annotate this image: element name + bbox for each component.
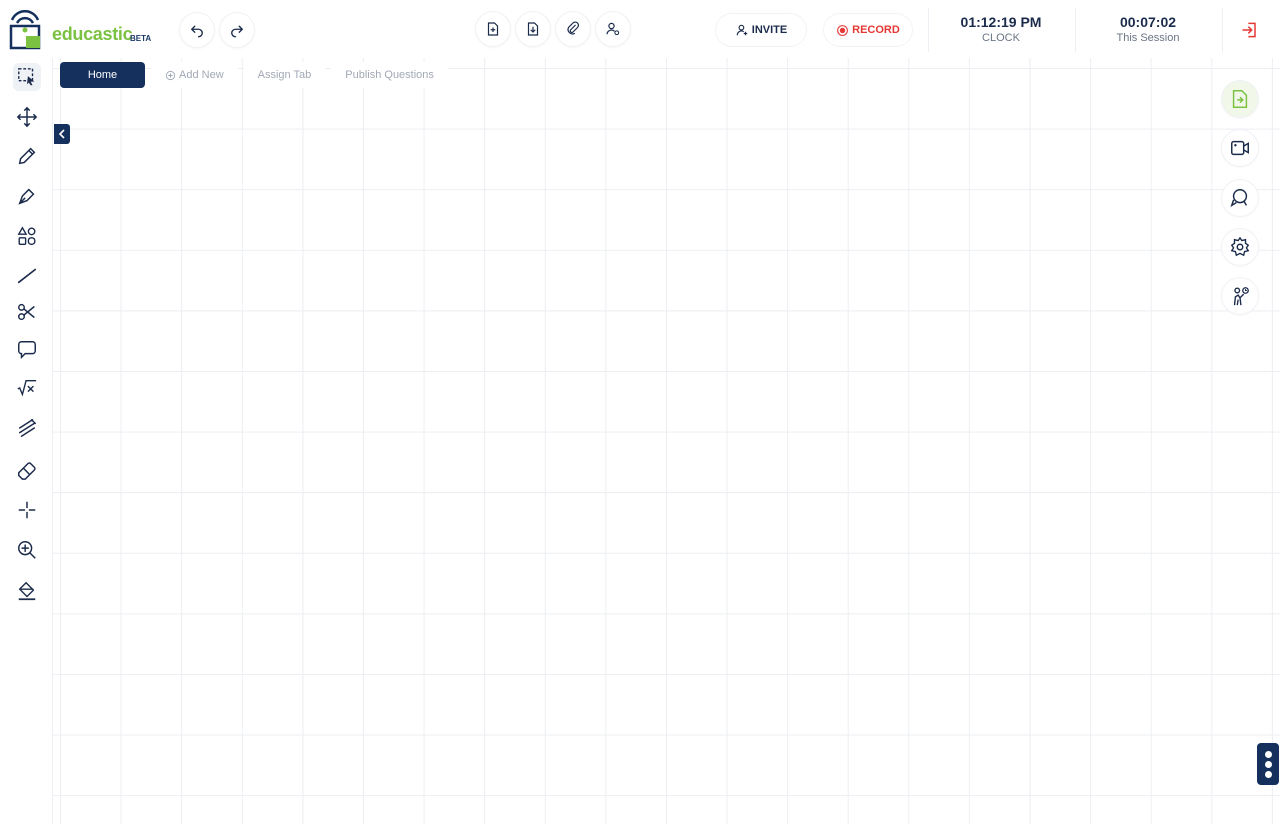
dot-icon [1264, 750, 1272, 758]
attachment-icon [567, 21, 580, 35]
eraser-tool[interactable] [13, 456, 41, 484]
comment-icon [18, 341, 36, 360]
add-file-icon [487, 22, 499, 36]
shapes-icon [17, 226, 36, 245]
educastic-logo: educastic BETA [8, 10, 158, 50]
top-bar: educastic BETA INVITE RECORD 01:12:19 PM… [0, 0, 1280, 59]
shapes-tool[interactable] [13, 222, 41, 250]
zoom-tool[interactable] [13, 536, 41, 564]
pencil-icon [18, 147, 36, 165]
download-file-icon [527, 22, 539, 36]
plus-circle-icon [165, 70, 176, 80]
tab-add-new[interactable]: Add New [151, 62, 238, 88]
highlighter-tool[interactable] [13, 414, 41, 442]
session-timer: 00:07:02 This Session [1090, 14, 1206, 44]
session-time: 00:07:02 [1119, 14, 1177, 30]
settings-icon [1230, 236, 1250, 257]
tab-home[interactable]: Home [60, 62, 145, 88]
redo-icon [231, 25, 244, 38]
line-tool[interactable] [13, 261, 41, 289]
hand-raise-button[interactable] [1222, 278, 1258, 314]
scissors-icon [18, 303, 35, 321]
line-icon [17, 268, 37, 284]
video-button[interactable] [1222, 130, 1258, 166]
collapse-sidebar-button[interactable] [54, 124, 70, 144]
record-button[interactable]: RECORD [824, 14, 912, 46]
sign-in-icon [1242, 22, 1256, 38]
hand-raise-icon [1233, 287, 1249, 306]
math-icon [17, 379, 37, 397]
user-settings-icon [606, 22, 620, 36]
move-icon [16, 106, 38, 128]
invite-button[interactable]: INVITE [716, 14, 806, 46]
session-label: This Session [1116, 32, 1180, 44]
share-screen-icon [1232, 90, 1248, 108]
tab-label: Assign Tab [257, 69, 312, 81]
logo-icon [9, 10, 41, 50]
comment-tool[interactable] [13, 336, 41, 364]
download-file-button[interactable] [516, 12, 550, 46]
clock-label: CLOCK [982, 32, 1020, 44]
attachment-button[interactable] [556, 12, 590, 46]
chevron-left-icon [58, 129, 65, 139]
clock-time: 01:12:19 PM [960, 14, 1042, 30]
math-tool[interactable] [13, 374, 41, 402]
tab-label: Home [87, 69, 118, 81]
dot-icon [1264, 770, 1272, 778]
select-icon [18, 68, 35, 86]
tools-sidebar [0, 58, 53, 824]
more-options-button[interactable] [1257, 743, 1279, 785]
undo-button[interactable] [180, 13, 214, 47]
redo-button[interactable] [220, 13, 254, 47]
zoom-in-icon [18, 541, 36, 559]
eraser-icon [18, 462, 36, 480]
beta-badge: BETA [130, 34, 152, 43]
tab-assign-tab[interactable]: Assign Tab [243, 62, 326, 88]
brand-name: educastic [52, 24, 133, 44]
select-tool[interactable] [13, 63, 41, 91]
fill-tool[interactable] [13, 577, 41, 605]
user-add-icon [736, 24, 748, 36]
chat-button[interactable] [1222, 180, 1258, 216]
crosshair-icon [18, 501, 36, 519]
pen-icon [18, 188, 35, 205]
user-settings-button[interactable] [596, 12, 630, 46]
undo-icon [190, 25, 203, 38]
whiteboard-canvas[interactable] [53, 58, 1280, 824]
video-icon [1231, 140, 1249, 156]
record-icon [837, 24, 849, 36]
pencil-tool[interactable] [13, 142, 41, 170]
move-tool[interactable] [13, 103, 41, 131]
tab-label: Publish Questions [345, 69, 434, 81]
scissors-tool[interactable] [13, 298, 41, 326]
add-file-button[interactable] [476, 12, 510, 46]
dot-icon [1264, 760, 1272, 768]
chat-icon [1230, 189, 1248, 207]
invite-label: INVITE [751, 24, 788, 36]
clock-display: 01:12:19 PM CLOCK [940, 14, 1062, 44]
tab-publish-questions[interactable]: Publish Questions [331, 62, 448, 88]
record-label: RECORD [852, 24, 900, 36]
highlighter-icon [18, 419, 36, 437]
tab-label: Add New [179, 69, 224, 81]
settings-button[interactable] [1222, 229, 1258, 265]
share-screen-button[interactable] [1222, 81, 1258, 117]
divider [928, 8, 929, 52]
page-tabs: Home Add New Assign Tab Publish Question… [60, 61, 454, 89]
fill-icon [18, 581, 36, 601]
exit-button[interactable] [1240, 20, 1262, 42]
pen-tool[interactable] [13, 182, 41, 210]
crosshair-tool[interactable] [13, 496, 41, 524]
divider [1075, 8, 1076, 52]
divider [1222, 8, 1223, 52]
